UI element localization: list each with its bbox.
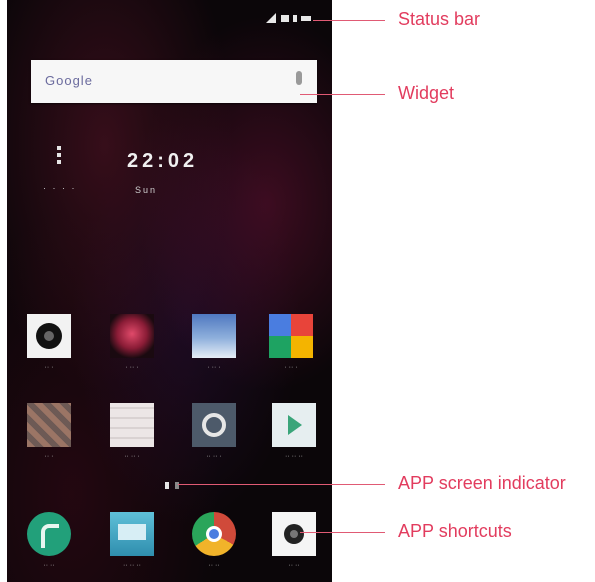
app-camera[interactable]: ·· · (27, 314, 71, 371)
google-logo: Google (45, 73, 93, 88)
clock-time[interactable]: 22:02 (127, 150, 198, 173)
gallery-app-icon (192, 314, 236, 358)
dock-camera[interactable]: ·· ·· (272, 512, 316, 569)
app-label: ·· ·· · (206, 453, 222, 460)
app-folder-google[interactable]: ·· ·· · (110, 403, 154, 460)
page-dot (165, 482, 169, 489)
app-label: ·· ·· (208, 562, 220, 569)
signal-icon (266, 13, 276, 23)
app-label: · ·· · (207, 364, 221, 371)
camera-app-icon (27, 314, 71, 358)
clock-date: Sun (135, 185, 158, 195)
tools-folder-icon (27, 403, 71, 447)
app-label: ·· ·· ·· (123, 562, 141, 569)
dock-phone[interactable]: ·· ·· (27, 512, 71, 569)
app-photos[interactable]: · ·· · (269, 314, 313, 371)
wifi-icon (281, 15, 289, 22)
app-label: ·· · (44, 364, 54, 371)
music-app-icon (110, 314, 154, 358)
app-label: ·· · (44, 453, 54, 460)
app-label: ·· ·· ·· (285, 453, 303, 460)
dock-messaging[interactable]: ·· ·· ·· (110, 512, 154, 569)
chrome-app-icon (192, 512, 236, 556)
app-label: ·· ·· · (124, 453, 140, 460)
callout-status-bar: Status bar (398, 9, 481, 29)
app-settings[interactable]: ·· ·· · (192, 403, 236, 460)
play-store-app-icon (272, 403, 316, 447)
callout-line-shortcuts (300, 532, 385, 533)
camera-shortcut-icon (272, 512, 316, 556)
app-label: · ·· · (125, 364, 139, 371)
callout-line-status-bar (313, 20, 385, 21)
settings-app-icon (192, 403, 236, 447)
messaging-app-icon (110, 512, 154, 556)
google-search-widget[interactable]: Google (31, 60, 317, 103)
app-gallery[interactable]: · ·· · (192, 314, 236, 371)
app-label: ·· ·· (43, 562, 55, 569)
battery-icon (293, 15, 297, 22)
callout-line-indicator (178, 484, 385, 485)
callout-app-screen-indicator: APP screen indicator (398, 473, 566, 493)
callout-line-widget (300, 94, 385, 95)
time-indicator (301, 16, 311, 21)
phone-screen: Google · · · · 22:02 Sun ·· · · ·· · · ·… (7, 0, 332, 582)
google-folder-icon (110, 403, 154, 447)
callout-app-shortcuts: APP shortcuts (398, 521, 512, 541)
dock-chrome[interactable]: ·· ·· (192, 512, 236, 569)
weather-icon[interactable] (53, 143, 65, 169)
phone-app-icon (27, 512, 71, 556)
app-music[interactable]: · ·· · (110, 314, 154, 371)
callout-widget: Widget (398, 83, 455, 103)
app-play-store[interactable]: ·· ·· ·· (272, 403, 316, 460)
photos-app-icon (269, 314, 313, 358)
app-label: ·· ·· (288, 562, 300, 569)
app-label: · ·· · (284, 364, 298, 371)
weather-text: · · · · (43, 183, 77, 193)
microphone-icon[interactable] (296, 71, 302, 85)
app-folder-tools[interactable]: ·· · (27, 403, 71, 460)
status-bar[interactable] (7, 0, 332, 40)
